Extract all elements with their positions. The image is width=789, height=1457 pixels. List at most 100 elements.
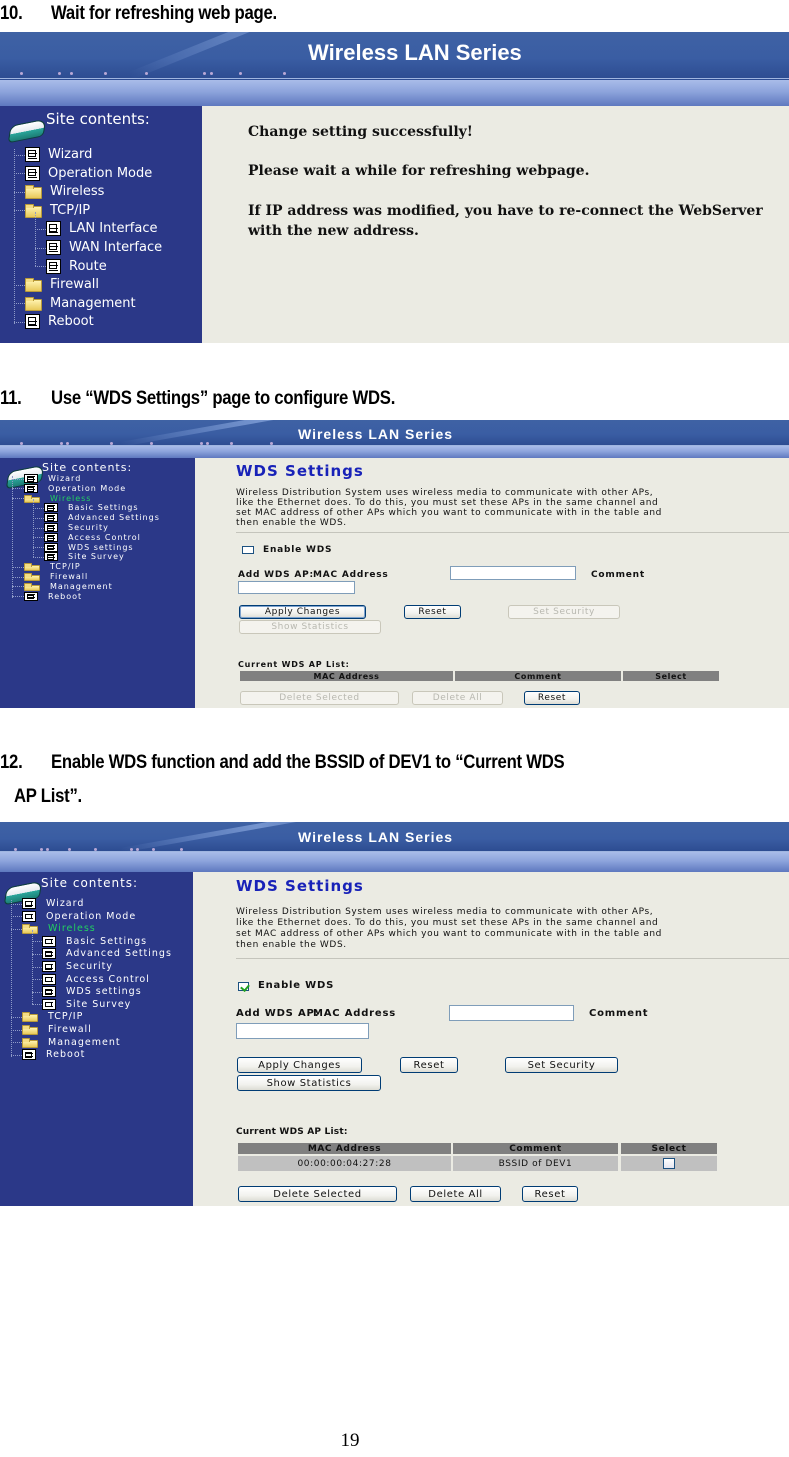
mac-address-input[interactable] <box>449 1005 574 1021</box>
sidebar-item-reboot[interactable]: Reboot <box>25 314 94 330</box>
description-line: then enable the WDS. <box>236 518 347 528</box>
step-10-heading: 10. Wait for refreshing web page. <box>0 3 277 25</box>
content-area: Change setting successfully! Please wait… <box>202 106 789 343</box>
sidebar-item-label: Site Survey <box>66 998 132 1010</box>
sidebar-item-site-survey[interactable]: Site Survey <box>44 552 125 562</box>
apply-changes-button[interactable]: Apply Changes <box>237 1057 362 1073</box>
sidebar-item-label: TCP/IP <box>50 202 91 218</box>
sidebar-item-reboot[interactable]: Reboot <box>22 1049 85 1061</box>
sidebar-item-label: Wireless <box>50 493 92 503</box>
delete-all-button[interactable]: Delete All <box>412 691 503 705</box>
screenshot-wds-enabled: Wireless LAN Series Site contents: Wizard… <box>0 822 789 1206</box>
mac-address-input[interactable] <box>450 566 576 580</box>
step-text: Enable WDS function and add the BSSID of… <box>51 752 565 773</box>
comment-input[interactable] <box>236 1023 369 1039</box>
sidebar-item-operation-mode[interactable]: Operation Mode <box>24 483 126 493</box>
column-header-comment: Comment <box>453 1143 618 1154</box>
add-wds-ap-label: Add WDS AP: <box>236 1008 320 1019</box>
folder-icon <box>24 563 40 572</box>
sidebar-item-label: Wireless <box>50 184 105 200</box>
sidebar-item-lan-interface[interactable]: LAN Interface <box>46 221 158 237</box>
sidebar-item-tcp-ip[interactable]: TCP/IP <box>22 1011 83 1023</box>
comment-label: Comment <box>591 570 645 580</box>
sidebar-item-wizard[interactable]: Wizard <box>25 147 92 162</box>
document-icon <box>42 998 56 1010</box>
enable-wds-checkbox[interactable] <box>242 546 254 554</box>
comment-input[interactable] <box>238 581 355 594</box>
screenshot-wds-settings: Wireless LAN Series Site contents: Wizard… <box>0 420 789 708</box>
sidebar-item-wds-settings[interactable]: WDS settings <box>42 986 142 998</box>
apply-changes-button[interactable]: Apply Changes <box>239 605 366 619</box>
sidebar-item-advanced-settings[interactable]: Advanced Settings <box>42 948 172 960</box>
sidebar-item-reboot[interactable]: Reboot <box>24 591 82 601</box>
sidebar-item-management[interactable]: Management <box>22 1037 121 1048</box>
sidebar-item-label: Management <box>50 295 136 311</box>
page-number: 19 <box>340 1430 360 1451</box>
row-comment: BSSID of DEV1 <box>453 1156 618 1171</box>
sidebar-item-wan-interface[interactable]: WAN Interface <box>46 240 162 255</box>
reset-button[interactable]: Reset <box>404 605 461 619</box>
sidebar-item-firewall[interactable]: Firewall <box>24 572 88 581</box>
delete-selected-button[interactable]: Delete Selected <box>240 691 399 705</box>
document-icon <box>44 523 58 532</box>
site-contents-label: Site contents: <box>42 461 133 474</box>
site-contents-label: Site contents: <box>46 110 150 128</box>
step-12-heading-line2: AP List”. <box>14 786 82 808</box>
step-11-heading: 11. Use “WDS Settings” page to configure … <box>0 388 395 410</box>
sidebar: Site contents: Wizard Operation Mode Wirele… <box>0 106 202 343</box>
sidebar-item-label: Advanced Settings <box>66 948 172 960</box>
sidebar-item-security[interactable]: Security <box>42 961 113 972</box>
sidebar-item-route[interactable]: Route <box>46 258 107 274</box>
set-security-button[interactable]: Set Security <box>508 605 620 619</box>
document-icon <box>44 532 58 542</box>
sidebar-item-basic-settings[interactable]: Basic Settings <box>44 503 139 513</box>
sidebar-item-operation-mode[interactable]: Operation Mode <box>25 165 153 181</box>
list-reset-button[interactable]: Reset <box>524 691 580 705</box>
enable-wds-checkbox[interactable] <box>238 982 249 991</box>
sidebar-item-operation-mode[interactable]: Operation Mode <box>22 910 136 922</box>
sidebar-item-label: TCP/IP <box>50 562 81 572</box>
step-number: 11. <box>0 388 22 409</box>
sidebar-item-firewall[interactable]: Firewall <box>22 1024 92 1035</box>
page-title: WDS Settings <box>236 462 364 480</box>
sidebar-item-wizard[interactable]: Wizard <box>22 898 84 909</box>
sidebar-item-wireless[interactable]: Wireless <box>25 184 105 200</box>
sidebar-item-label: Security <box>68 523 109 532</box>
delete-all-button[interactable]: Delete All <box>410 1186 501 1202</box>
sidebar-item-wireless[interactable]: Wireless <box>22 923 96 935</box>
sidebar-item-tcp-ip[interactable]: TCP/IP <box>24 562 81 572</box>
sidebar-item-wizard[interactable]: Wizard <box>24 474 81 483</box>
folder-icon <box>22 1012 38 1023</box>
sidebar-item-basic-settings[interactable]: Basic Settings <box>42 935 147 947</box>
column-header-mac-address: MAC Address <box>238 1143 451 1154</box>
reconnect-message-line2: with the new address. <box>248 223 419 239</box>
sidebar-item-wds-settings[interactable]: WDS settings <box>44 542 134 552</box>
reconnect-message-line1: If IP address was modified, you have to … <box>248 203 763 219</box>
sidebar-item-wireless[interactable]: Wireless <box>24 494 91 503</box>
document-icon <box>24 483 38 493</box>
sidebar-item-firewall[interactable]: Firewall <box>25 277 99 293</box>
row-select-checkbox[interactable] <box>663 1158 675 1169</box>
delete-selected-button[interactable]: Delete Selected <box>238 1186 397 1202</box>
sidebar-item-management[interactable]: Management <box>24 582 113 591</box>
show-statistics-button[interactable]: Show Statistics <box>237 1075 381 1091</box>
set-security-button[interactable]: Set Security <box>505 1057 618 1073</box>
folder-open-icon <box>25 203 42 218</box>
sidebar-item-label: Advanced Settings <box>68 513 160 523</box>
sidebar-item-label: Operation Mode <box>48 165 153 181</box>
reset-button[interactable]: Reset <box>400 1057 458 1073</box>
sidebar-item-access-control[interactable]: Access Control <box>42 973 150 985</box>
document-icon <box>46 258 61 274</box>
sidebar-item-access-control[interactable]: Access Control <box>44 532 141 542</box>
site-contents-label: Site contents: <box>41 876 139 890</box>
list-reset-button[interactable]: Reset <box>522 1186 578 1202</box>
show-statistics-button[interactable]: Show Statistics <box>239 620 381 634</box>
sidebar-item-management[interactable]: Management <box>25 296 136 311</box>
document-icon <box>24 591 38 601</box>
divider <box>236 532 789 533</box>
sidebar-item-advanced-settings[interactable]: Advanced Settings <box>44 513 160 523</box>
sidebar-item-security[interactable]: Security <box>44 523 109 532</box>
sidebar-item-label: Access Control <box>66 973 150 985</box>
sidebar-item-site-survey[interactable]: Site Survey <box>42 998 132 1010</box>
document-icon <box>44 552 58 562</box>
